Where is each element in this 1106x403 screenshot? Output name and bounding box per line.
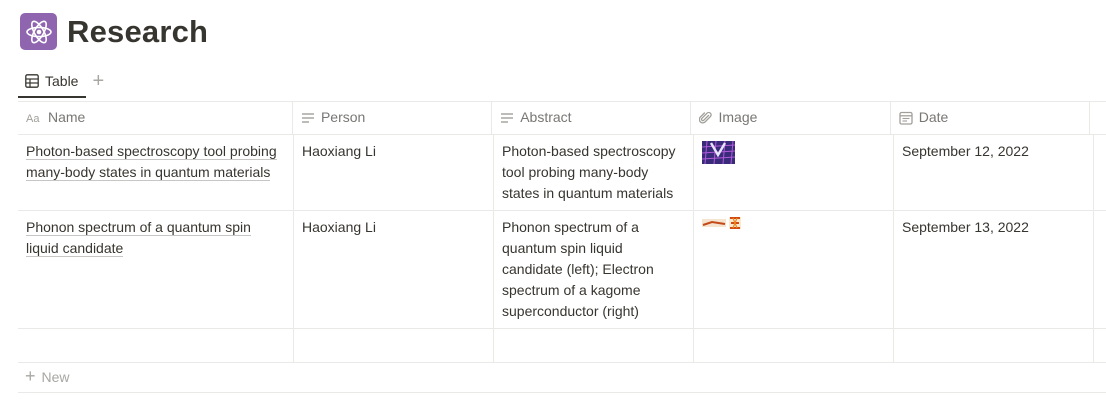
table-row[interactable]: Phonon spectrum of a quantum spin liquid… bbox=[18, 211, 1106, 329]
column-label: Date bbox=[918, 109, 949, 125]
text-lines-icon bbox=[501, 112, 514, 123]
date-cell[interactable] bbox=[894, 329, 1094, 362]
column-header-abstract[interactable]: Abstract bbox=[492, 101, 692, 134]
extra-cell bbox=[1094, 211, 1106, 328]
paperclip-icon bbox=[699, 111, 713, 123]
column-header-name[interactable]: Aa Name bbox=[18, 101, 293, 134]
page-header: Research bbox=[20, 13, 208, 50]
column-header-image[interactable]: Image bbox=[691, 101, 891, 134]
abstract-cell[interactable] bbox=[494, 329, 694, 362]
table-row-empty[interactable] bbox=[18, 329, 1106, 363]
tab-table[interactable]: Table bbox=[18, 66, 87, 98]
table-header-row: Aa Name Person Abstract Image Date bbox=[18, 101, 1106, 135]
view-tabs: Table + bbox=[18, 66, 104, 101]
abstract-cell[interactable]: Photon-based spectroscopy tool probing m… bbox=[494, 135, 694, 210]
thumbnail-spectrum[interactable] bbox=[702, 217, 742, 229]
person-cell[interactable]: Haoxiang Li bbox=[294, 135, 494, 210]
new-row-button[interactable]: + New bbox=[18, 361, 1106, 393]
image-cell[interactable] bbox=[694, 329, 894, 362]
database-table: Aa Name Person Abstract Image Date Photo… bbox=[18, 101, 1106, 363]
atom-icon[interactable] bbox=[20, 13, 57, 50]
extra-cell bbox=[1094, 135, 1106, 210]
column-header-more[interactable] bbox=[1090, 101, 1106, 134]
table-row[interactable]: Photon-based spectroscopy tool probing m… bbox=[18, 135, 1106, 211]
column-header-person[interactable]: Person bbox=[293, 101, 493, 134]
person-cell[interactable] bbox=[294, 329, 494, 362]
column-label: Person bbox=[320, 109, 366, 125]
add-view-button[interactable]: + bbox=[92, 66, 104, 96]
column-header-date[interactable]: Date bbox=[891, 101, 1091, 134]
new-row-label: New bbox=[41, 368, 70, 385]
image-cell[interactable] bbox=[694, 135, 894, 210]
svg-text:Aa: Aa bbox=[26, 113, 40, 124]
text-lines-icon bbox=[301, 112, 314, 123]
column-label: Name bbox=[48, 109, 86, 125]
name-cell[interactable]: Photon-based spectroscopy tool probing m… bbox=[18, 135, 294, 210]
image-cell[interactable] bbox=[694, 211, 894, 328]
person-cell[interactable]: Haoxiang Li bbox=[294, 211, 494, 328]
name-cell[interactable] bbox=[18, 329, 294, 362]
table-icon bbox=[25, 74, 39, 88]
tab-label: Table bbox=[45, 73, 79, 89]
plus-icon: + bbox=[25, 366, 36, 386]
title-aa-icon: Aa bbox=[26, 113, 40, 124]
row-title-link[interactable]: Photon-based spectroscopy tool probing m… bbox=[26, 143, 277, 181]
thumbnail-lattice[interactable] bbox=[702, 141, 735, 164]
extra-cell bbox=[1094, 329, 1106, 362]
name-cell[interactable]: Phonon spectrum of a quantum spin liquid… bbox=[18, 211, 294, 328]
date-cell[interactable]: September 13, 2022 bbox=[894, 211, 1094, 328]
column-label: Image bbox=[718, 109, 758, 125]
date-cell[interactable]: September 12, 2022 bbox=[894, 135, 1094, 210]
calendar-icon bbox=[899, 111, 913, 125]
page-title[interactable]: Research bbox=[67, 14, 208, 50]
row-title-link[interactable]: Phonon spectrum of a quantum spin liquid… bbox=[26, 219, 251, 257]
abstract-cell[interactable]: Phonon spectrum of a quantum spin liquid… bbox=[494, 211, 694, 328]
column-label: Abstract bbox=[520, 109, 572, 125]
